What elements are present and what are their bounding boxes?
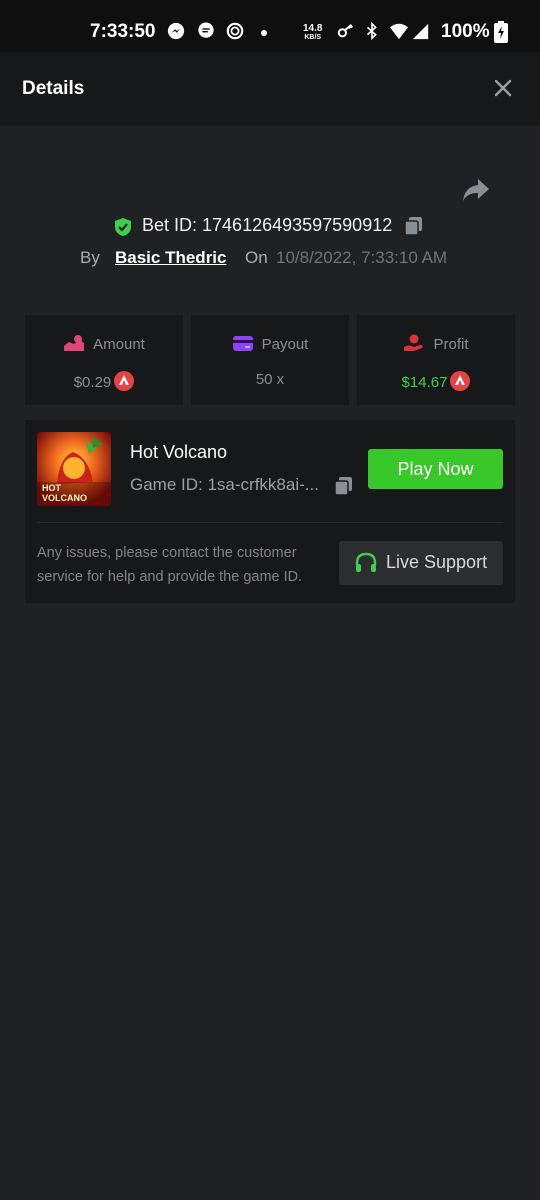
payout-label: Payout (261, 336, 309, 353)
profit-title: Profit (357, 334, 515, 353)
page-title: Details (22, 78, 85, 99)
battery-icon (494, 21, 508, 43)
bluetooth-icon (366, 22, 377, 40)
support-help-text: Any issues, please contact the customer … (37, 545, 303, 585)
chat-icon (198, 22, 214, 38)
profit-value-row: $14.67 (357, 371, 515, 391)
profit-value: $14.67 (401, 374, 448, 391)
profit-label: Profit (433, 336, 469, 353)
shield-check-icon (115, 218, 131, 236)
live-support-label: Live Support (386, 552, 488, 572)
bet-id: Bet ID: 1746126493597590912 (142, 215, 393, 235)
battery-percent: 100% (441, 21, 490, 42)
speed-value: 14.8 (303, 23, 323, 34)
notification-dot (261, 30, 267, 36)
speed-unit: KB/S (304, 34, 322, 41)
network-speed: 14.8 KB/S (303, 24, 322, 42)
amount-card: Amount $0.29 (25, 315, 183, 405)
game-name: Hot Volcano (130, 442, 228, 462)
details-header: Details (0, 52, 540, 126)
avax-coin-icon (114, 371, 135, 391)
game-card: HOT VOLCANO Hot Volcano Game ID: 1sa-crf… (25, 420, 515, 603)
hand-coin-icon (404, 334, 424, 351)
ring-icon (226, 22, 244, 40)
signal-icon (412, 23, 429, 40)
wifi-icon (390, 23, 408, 40)
payout-title: Payout (191, 334, 349, 353)
play-now-button[interactable]: Play Now (368, 449, 503, 489)
bettor-name-link[interactable]: Basic Thedric (115, 248, 227, 268)
headset-icon (355, 552, 377, 572)
amount-value: $0.29 (73, 374, 112, 391)
close-icon[interactable] (490, 75, 516, 101)
amount-label: Amount (93, 336, 145, 353)
on-label: On (245, 248, 268, 267)
game-thumbnail[interactable]: HOT VOLCANO (37, 432, 111, 506)
by-label: By (80, 248, 100, 267)
payout-card: Payout 50 x (191, 315, 349, 405)
amount-title: Amount (25, 334, 183, 353)
divider (37, 522, 503, 523)
key-icon (337, 23, 354, 38)
game-id: Game ID: 1sa-crfkk8ai-... (130, 475, 319, 494)
volcano-artwork: HOT VOLCANO (37, 432, 111, 506)
status-time: 7:33:50 (90, 21, 156, 42)
share-icon[interactable] (461, 176, 491, 204)
wallet-icon (232, 336, 253, 351)
profit-card: Profit $14.67 (357, 315, 515, 405)
thumb-title-line1: HOT (42, 483, 62, 493)
amount-value-row: $0.29 (25, 371, 183, 391)
live-support-button[interactable]: Live Support (339, 541, 503, 585)
copy-icon[interactable] (333, 475, 355, 497)
copy-icon[interactable] (403, 215, 425, 237)
avax-coin-icon (450, 371, 471, 391)
status-bar: 7:33:50 14.8 KB/S 100% (0, 0, 540, 52)
money-icon (64, 335, 85, 351)
thumb-title-line2: VOLCANO (42, 493, 87, 503)
bet-date: 10/8/2022, 7:33:10 AM (276, 248, 448, 267)
payout-value: 50 x (255, 371, 285, 388)
messenger-icon (167, 22, 185, 40)
